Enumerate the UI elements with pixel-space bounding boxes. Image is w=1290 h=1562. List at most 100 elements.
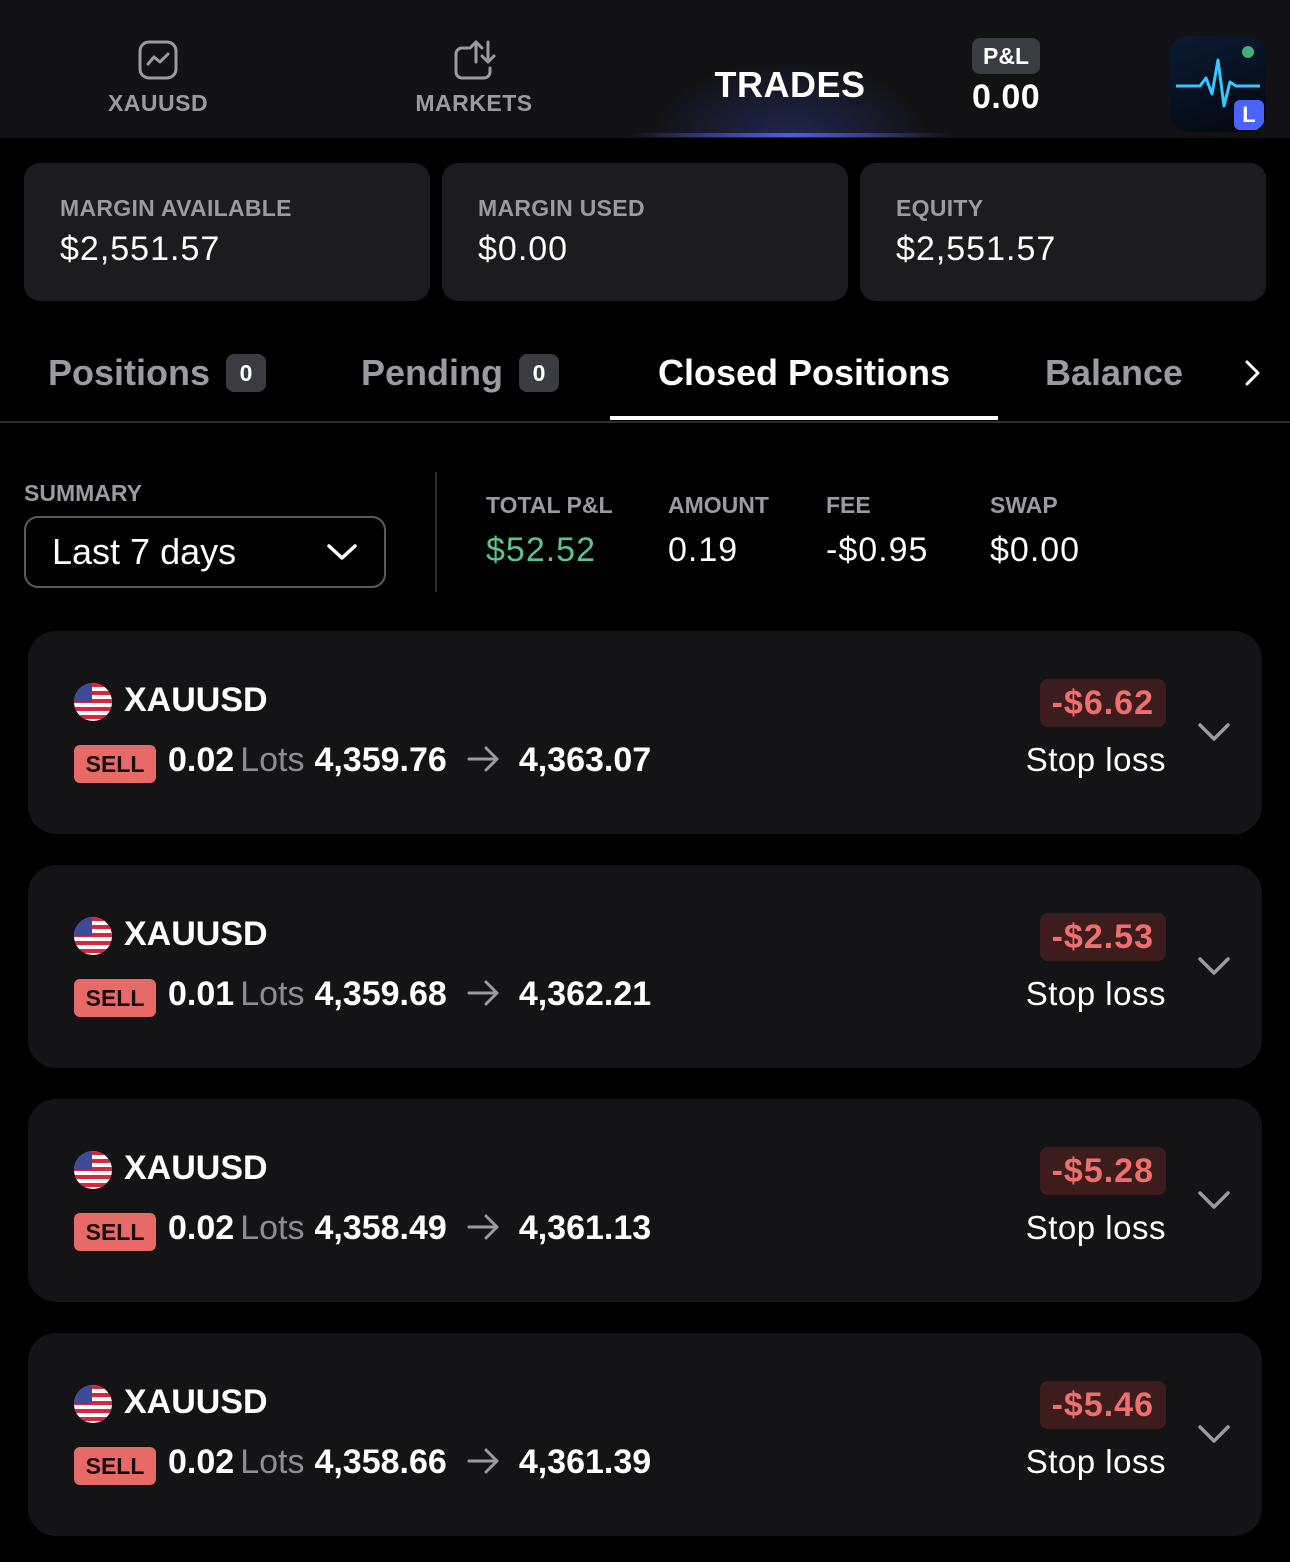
fee-label: FEE xyxy=(826,492,871,518)
chart-square-icon xyxy=(138,40,178,80)
margin-used-card: MARGIN USED $0.00 xyxy=(442,163,848,301)
chevron-down-icon xyxy=(327,544,357,560)
summary-divider xyxy=(435,472,437,592)
us-flag-icon xyxy=(74,1151,112,1189)
margin-available-card: MARGIN AVAILABLE $2,551.57 xyxy=(24,163,430,301)
arrow-right-icon xyxy=(467,980,499,1006)
sell-badge: SELL xyxy=(74,1447,156,1485)
amount-value: 0.19 xyxy=(668,531,739,569)
trade-open-price: 4,359.68 xyxy=(314,975,447,1013)
trade-symbol: XAUUSD xyxy=(124,915,268,953)
margin-available-label: MARGIN AVAILABLE xyxy=(60,195,292,221)
trades-active-indicator xyxy=(630,133,950,137)
chevron-down-icon[interactable] xyxy=(1196,1185,1232,1215)
trade-symbol: XAUUSD xyxy=(124,681,268,719)
trade-details: 0.02 Lots 4,359.76 4,363.07 xyxy=(168,741,651,780)
period-select-value: Last 7 days xyxy=(52,531,237,572)
trade-details: 0.02 Lots 4,358.49 4,361.13 xyxy=(168,1209,651,1248)
total-pnl-label: TOTAL P&L xyxy=(486,492,613,518)
trade-pnl: -$6.62 xyxy=(1039,679,1166,727)
trade-close-price: 4,363.07 xyxy=(518,741,652,779)
chevron-down-icon[interactable] xyxy=(1196,717,1232,747)
pnl-value: 0.00 xyxy=(972,78,1041,116)
us-flag-icon xyxy=(74,683,112,721)
equity-card: EQUITY $2,551.57 xyxy=(860,163,1266,301)
trade-pnl: -$5.28 xyxy=(1039,1147,1166,1195)
trade-open-price: 4,358.49 xyxy=(314,1209,447,1247)
trade-card[interactable]: XAUUSD SELL 0.02 Lots 4,359.76 4,363.07 -$6… xyxy=(28,631,1262,834)
equity-label: EQUITY xyxy=(896,195,984,221)
summary-swap: SWAP $0.00 xyxy=(990,492,1080,570)
trade-close-reason: Stop loss xyxy=(1025,975,1166,1012)
trade-symbol: XAUUSD xyxy=(124,1149,268,1187)
swap-value: $0.00 xyxy=(990,531,1081,569)
app-logo[interactable]: L xyxy=(1170,36,1266,132)
tab-positions-count: 0 xyxy=(226,354,267,392)
nav-markets-label: MARKETS xyxy=(415,90,533,116)
chevron-down-icon[interactable] xyxy=(1196,1419,1232,1449)
trade-pnl: -$2.53 xyxy=(1039,913,1166,961)
trade-close-price: 4,361.39 xyxy=(518,1443,652,1481)
chevron-down-icon[interactable] xyxy=(1196,951,1232,981)
trade-details: 0.01 Lots 4,359.68 4,362.21 xyxy=(168,975,651,1014)
swap-arrows-icon xyxy=(454,40,496,80)
tab-balance[interactable]: Balance xyxy=(1045,352,1183,394)
trade-pnl: -$5.46 xyxy=(1039,1381,1166,1429)
trade-lots: 0.01 xyxy=(168,975,235,1013)
summary-total-pnl: TOTAL P&L $52.52 xyxy=(486,492,613,570)
trade-lots: 0.02 xyxy=(168,741,235,779)
swap-label: SWAP xyxy=(990,492,1058,518)
tab-bar: Positions 0 Pending 0 Closed Positions Bal… xyxy=(0,330,1290,422)
trade-close-price: 4,361.13 xyxy=(518,1209,652,1247)
account-badge: L xyxy=(1234,100,1264,130)
nav-trades[interactable]: TRADES xyxy=(690,64,890,106)
trade-lots-unit: Lots xyxy=(240,741,305,779)
tab-positions-label: Positions xyxy=(48,352,211,393)
tab-positions[interactable]: Positions 0 xyxy=(48,352,267,394)
trade-close-reason: Stop loss xyxy=(1025,741,1166,778)
margin-available-value: $2,551.57 xyxy=(60,230,221,268)
arrow-right-icon xyxy=(467,746,499,772)
tab-closed-positions[interactable]: Closed Positions xyxy=(658,352,950,394)
top-navigation: XAUUSD MARKETS TRADES P&L 0.00 L xyxy=(0,0,1290,138)
sell-badge: SELL xyxy=(74,979,156,1017)
total-pnl-value: $52.52 xyxy=(486,531,596,569)
us-flag-icon xyxy=(74,917,112,955)
tabs-divider xyxy=(0,421,1290,423)
chevron-right-icon[interactable] xyxy=(1236,356,1270,390)
sell-badge: SELL xyxy=(74,745,156,783)
trade-open-price: 4,359.76 xyxy=(314,741,447,779)
sell-badge: SELL xyxy=(74,1213,156,1251)
period-select[interactable]: Last 7 days xyxy=(24,516,386,588)
tab-pending-count: 0 xyxy=(519,354,559,392)
arrow-right-icon xyxy=(467,1448,499,1474)
tab-active-indicator xyxy=(610,416,998,420)
nav-xauusd-label: XAUUSD xyxy=(107,90,209,116)
status-dot xyxy=(1242,46,1254,58)
trade-lots: 0.02 xyxy=(168,1209,235,1247)
trade-close-reason: Stop loss xyxy=(1025,1443,1166,1480)
summary-amount: AMOUNT 0.19 xyxy=(668,492,769,570)
summary-label: SUMMARY xyxy=(24,480,142,506)
trade-lots-unit: Lots xyxy=(240,1443,305,1481)
arrow-right-icon xyxy=(467,1214,499,1240)
trade-close-price: 4,362.21 xyxy=(518,975,652,1013)
tab-pending-label: Pending xyxy=(361,352,503,393)
trade-card[interactable]: XAUUSD SELL 0.02 Lots 4,358.49 4,361.13 -$5… xyxy=(28,1099,1262,1302)
trade-card[interactable]: XAUUSD SELL 0.02 Lots 4,358.66 4,361.39 -$5… xyxy=(28,1333,1262,1536)
pnl-badge: P&L xyxy=(972,38,1040,74)
equity-value: $2,551.57 xyxy=(896,230,1057,268)
summary-fee: FEE -$0.95 xyxy=(826,492,928,570)
trade-card[interactable]: XAUUSD SELL 0.01 Lots 4,359.68 4,362.21 -$2… xyxy=(28,865,1262,1068)
trade-lots: 0.02 xyxy=(168,1443,235,1481)
amount-label: AMOUNT xyxy=(668,492,769,518)
tab-pending[interactable]: Pending 0 xyxy=(361,352,559,394)
nav-xauusd[interactable]: XAUUSD xyxy=(98,38,218,117)
trade-symbol: XAUUSD xyxy=(124,1383,268,1421)
trade-open-price: 4,358.66 xyxy=(314,1443,447,1481)
fee-value: -$0.95 xyxy=(826,531,929,569)
nav-markets[interactable]: MARKETS xyxy=(404,38,544,117)
trade-close-reason: Stop loss xyxy=(1025,1209,1166,1246)
us-flag-icon xyxy=(74,1385,112,1423)
margin-used-label: MARGIN USED xyxy=(478,195,645,221)
